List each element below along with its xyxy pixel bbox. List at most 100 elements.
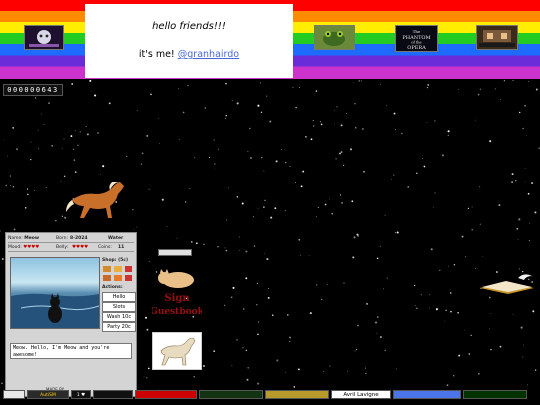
- star: [395, 232, 396, 234]
- star: [300, 185, 303, 188]
- star: [479, 186, 481, 188]
- star: [0, 230, 1, 232]
- star: [329, 198, 330, 200]
- alien-badge-icon[interactable]: [463, 390, 527, 399]
- pet-belly: ♥♥♥♥: [72, 245, 89, 250]
- frog-stamp-icon[interactable]: [314, 25, 355, 50]
- star: [422, 158, 424, 159]
- heart-badge-icon[interactable]: 1 ♥: [71, 390, 91, 399]
- star: [276, 359, 279, 362]
- star: [339, 194, 342, 196]
- star: [520, 326, 523, 329]
- star: [256, 304, 258, 306]
- star: [245, 349, 248, 352]
- star: [295, 106, 297, 109]
- autism-badge-icon[interactable]: AutiSM: [27, 390, 69, 399]
- star: [386, 105, 387, 107]
- star: [503, 80, 506, 82]
- star: [266, 95, 268, 97]
- star: [434, 192, 436, 194]
- star: [391, 178, 392, 180]
- star: [356, 349, 358, 351]
- star: [12, 185, 15, 188]
- star: [334, 123, 335, 125]
- star: [324, 203, 327, 206]
- green-badge-icon[interactable]: [199, 390, 263, 399]
- intro-prefix: it's me!: [138, 49, 178, 60]
- pet-stats-row: Mood: ♥♥♥♥ Belly: ♥♥♥♥ Coins: 11: [8, 244, 134, 252]
- star: [379, 336, 382, 339]
- star: [525, 134, 527, 136]
- phantom-of-the-opera-stamp-icon[interactable]: The PHANTOM of the OPERA: [395, 25, 438, 52]
- horse-drawing-box: [152, 332, 202, 370]
- star: [270, 216, 273, 219]
- guestbook-cat-icon[interactable]: Sign Guestbook: [152, 268, 202, 318]
- star: [26, 188, 29, 190]
- star: [511, 181, 513, 183]
- pet-shop-items[interactable]: [102, 265, 134, 283]
- star: [102, 165, 105, 168]
- star: [453, 264, 456, 266]
- star: [315, 90, 318, 92]
- star: [289, 336, 291, 339]
- star: [224, 117, 226, 119]
- star: [245, 250, 248, 253]
- star: [457, 312, 459, 314]
- star: [310, 138, 313, 141]
- svg-text:of the: of the: [411, 41, 421, 45]
- globe-badge-icon[interactable]: [3, 390, 25, 399]
- star: [182, 111, 185, 114]
- star: [74, 130, 76, 132]
- star: [363, 170, 365, 173]
- star: [401, 132, 403, 135]
- phantom-stamp-icon[interactable]: [24, 25, 64, 50]
- star: [147, 367, 150, 370]
- pet-name: Meow: [24, 236, 40, 241]
- star: [259, 82, 261, 84]
- star: [40, 113, 42, 115]
- star: [512, 80, 514, 82]
- star: [37, 129, 39, 131]
- star: [319, 121, 321, 123]
- pet-party-button[interactable]: Party 20c: [102, 322, 136, 332]
- avril-lavigne-badge-icon[interactable]: Avril Lavigne: [331, 390, 391, 399]
- handle-link[interactable]: @granhairdo: [178, 49, 239, 60]
- star: [294, 181, 296, 183]
- star: [298, 238, 301, 241]
- star: [383, 288, 385, 290]
- star: [362, 128, 364, 130]
- star: [415, 305, 417, 307]
- horse-sketch-icon: [160, 337, 196, 366]
- greeting-box: hello friends!!! it's me! @granhairdo: [85, 4, 293, 78]
- star: [257, 333, 259, 335]
- star: [224, 304, 226, 307]
- star: [231, 364, 233, 366]
- star: [518, 218, 521, 221]
- star: [498, 204, 501, 207]
- star: [5, 184, 8, 187]
- star: [3, 139, 5, 141]
- pet-hello-button[interactable]: Hello: [102, 292, 136, 302]
- star: [266, 258, 269, 261]
- pet-slots-button[interactable]: Slots: [102, 302, 136, 312]
- star: [264, 253, 266, 255]
- star: [132, 209, 134, 211]
- star: [71, 83, 74, 85]
- red-badge-icon[interactable]: [135, 390, 197, 399]
- star: [449, 292, 452, 294]
- star: [253, 245, 256, 247]
- star: [420, 294, 422, 296]
- star: [323, 371, 325, 372]
- pet-wash-button[interactable]: Wash 10c: [102, 312, 136, 322]
- cafe-stamp-icon[interactable]: [476, 25, 518, 50]
- star: [511, 173, 514, 176]
- star: [145, 316, 147, 319]
- star: [423, 165, 426, 168]
- star: [217, 246, 219, 248]
- gold-badge-icon[interactable]: [265, 390, 329, 399]
- star: [203, 243, 205, 246]
- star: [236, 102, 239, 105]
- star: [193, 376, 195, 378]
- blue-badge-icon[interactable]: [393, 390, 461, 399]
- badge-icon[interactable]: [93, 390, 133, 399]
